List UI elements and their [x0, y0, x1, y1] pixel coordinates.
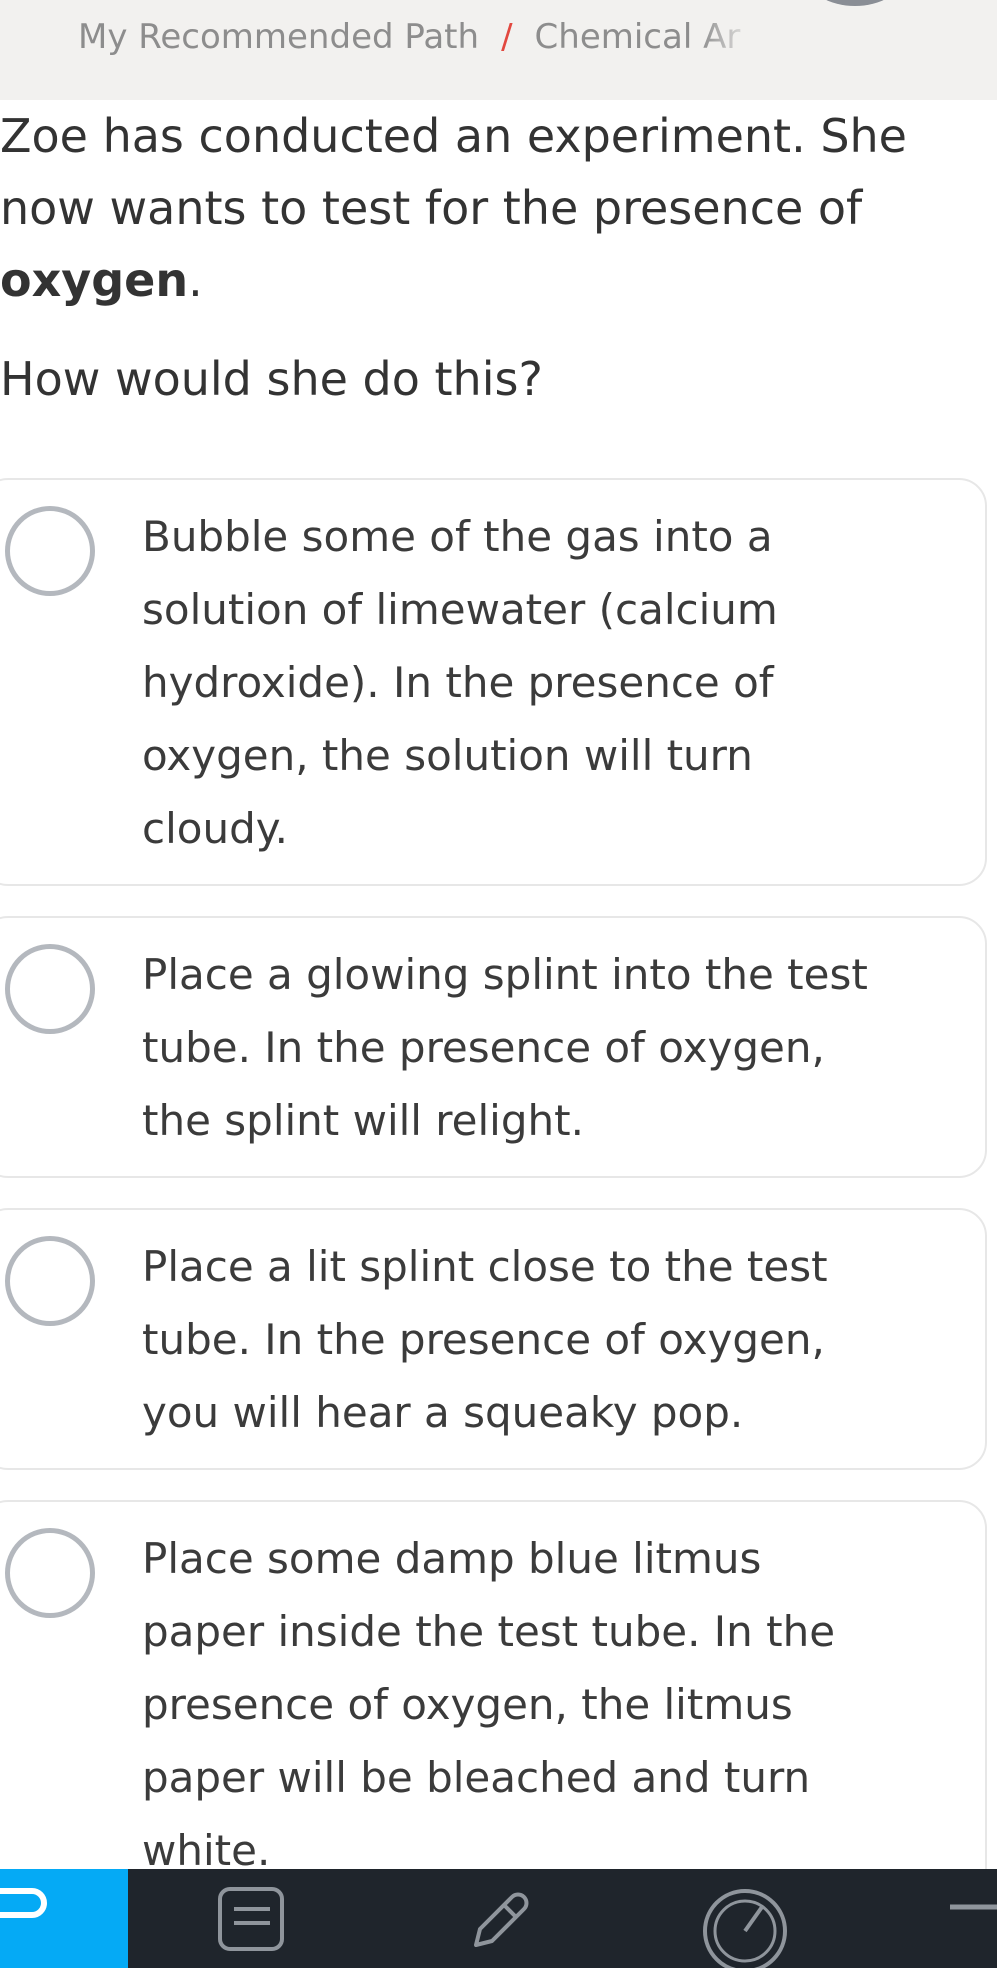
nav-item-menu[interactable] [940, 1869, 997, 1968]
option-text: Bubble some of the gas into a solution o… [142, 500, 932, 865]
nav-item-gauge[interactable] [690, 1869, 800, 1972]
question-line: oxygen. [0, 244, 960, 316]
breadcrumb: My Recommended Path / Chemical Ar [78, 12, 755, 62]
option-text: Place a lit splint close to the test tub… [142, 1230, 932, 1449]
radio-button[interactable] [5, 944, 95, 1034]
option-line: Place a glowing splint into the test [142, 950, 868, 999]
answer-option-1[interactable]: Bubble some of the gas into a solution o… [0, 478, 987, 886]
nav-active-tab[interactable] [0, 1869, 128, 1968]
path-icon [0, 1888, 47, 1918]
top-bar: My Recommended Path / Chemical Ar [0, 0, 997, 100]
nav-item-list[interactable] [200, 1869, 300, 1968]
question-text: Zoe has conducted an experiment. She now… [0, 100, 960, 316]
gauge-icon [703, 1889, 787, 1972]
breadcrumb-separator: / [501, 17, 513, 57]
breadcrumb-current[interactable]: Chemical Ar [535, 17, 755, 57]
option-line: tube. In the presence of oxygen, [142, 1023, 825, 1072]
option-text: Place some damp blue litmus paper inside… [142, 1522, 932, 1887]
option-line: you will hear a squeaky pop. [142, 1388, 744, 1437]
list-icon [218, 1887, 284, 1951]
answer-option-3[interactable]: Place a lit splint close to the test tub… [0, 1208, 987, 1470]
option-line: Place a lit splint close to the test [142, 1242, 828, 1291]
option-line: tube. In the presence of oxygen, [142, 1315, 825, 1364]
pencil-icon [474, 1892, 529, 1947]
question-punct: . [188, 253, 203, 307]
radio-button[interactable] [5, 506, 95, 596]
option-line: solution of limewater (calcium [142, 585, 778, 634]
answer-option-2[interactable]: Place a glowing splint into the test tub… [0, 916, 987, 1178]
answer-option-4[interactable]: Place some damp blue litmus paper inside… [0, 1500, 987, 1920]
question-keyword: oxygen [0, 253, 189, 307]
radio-button[interactable] [5, 1528, 95, 1618]
radio-button[interactable] [5, 1236, 95, 1326]
menu-icon [950, 1904, 997, 1910]
avatar[interactable] [808, 0, 902, 6]
option-line: paper inside the test tube. In the [142, 1607, 836, 1656]
option-text: Place a glowing splint into the test tub… [142, 938, 932, 1157]
question-prompt: How would she do this? [0, 352, 543, 406]
breadcrumb-link-recommended-path[interactable]: My Recommended Path [78, 17, 479, 57]
option-line: hydroxide). In the presence of [142, 658, 774, 707]
option-line: cloudy. [142, 804, 288, 853]
option-line: Place some damp blue litmus [142, 1534, 762, 1583]
option-line: oxygen, the solution will turn [142, 731, 753, 780]
option-line: paper will be bleached and turn [142, 1753, 811, 1802]
bottom-nav [0, 1869, 997, 1972]
question-line: now wants to test for the presence of [0, 181, 863, 235]
question-line: Zoe has conducted an experiment. She [0, 109, 907, 163]
option-line: presence of oxygen, the litmus [142, 1680, 793, 1729]
nav-item-pencil[interactable] [450, 1869, 550, 1968]
option-line: the splint will relight. [142, 1096, 584, 1145]
option-line: Bubble some of the gas into a [142, 512, 773, 561]
